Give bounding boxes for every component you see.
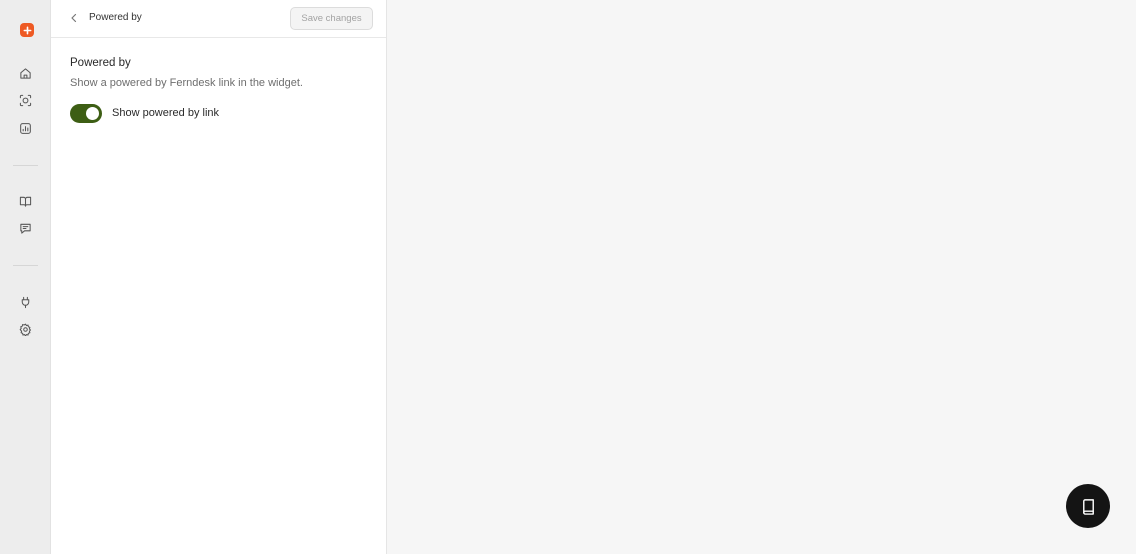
save-changes-button[interactable]: Save changes <box>290 7 373 30</box>
nav-rail <box>0 0 51 554</box>
nav-home[interactable] <box>15 63 36 84</box>
book-icon <box>19 196 32 207</box>
gear-icon <box>19 323 32 336</box>
plus-icon <box>23 26 31 34</box>
nav-divider <box>13 265 38 266</box>
nav-conversations[interactable] <box>15 218 36 239</box>
nav-agents[interactable] <box>15 90 36 111</box>
analytics-icon <box>20 123 31 134</box>
nav-settings[interactable] <box>15 319 36 340</box>
chevron-left-icon <box>71 13 77 23</box>
back-button[interactable] <box>67 11 81 25</box>
nav-knowledge-base[interactable] <box>15 191 36 212</box>
chat-icon <box>20 223 31 234</box>
section-title: Powered by <box>70 57 131 69</box>
panel-header: Powered by Save changes <box>51 0 386 38</box>
toggle-label: Show powered by link <box>112 107 220 119</box>
powered-by-toggle[interactable] <box>70 104 102 123</box>
help-widget-button[interactable] <box>1066 484 1110 528</box>
settings-panel: Powered by Save changes Powered by Show … <box>51 0 387 554</box>
scan-face-icon <box>19 94 32 107</box>
nav-analytics[interactable] <box>15 118 36 139</box>
ferndesk-logo[interactable] <box>20 23 34 37</box>
page-title: Powered by <box>89 12 142 23</box>
nav-integrations[interactable] <box>15 292 36 313</box>
home-icon <box>20 68 31 79</box>
toggle-knob <box>86 107 99 120</box>
nav-divider <box>13 165 38 166</box>
book-icon <box>1082 498 1094 515</box>
preview-area <box>387 0 1136 554</box>
section-description: Show a powered by Ferndesk link in the w… <box>70 77 303 89</box>
plug-icon <box>21 296 30 309</box>
